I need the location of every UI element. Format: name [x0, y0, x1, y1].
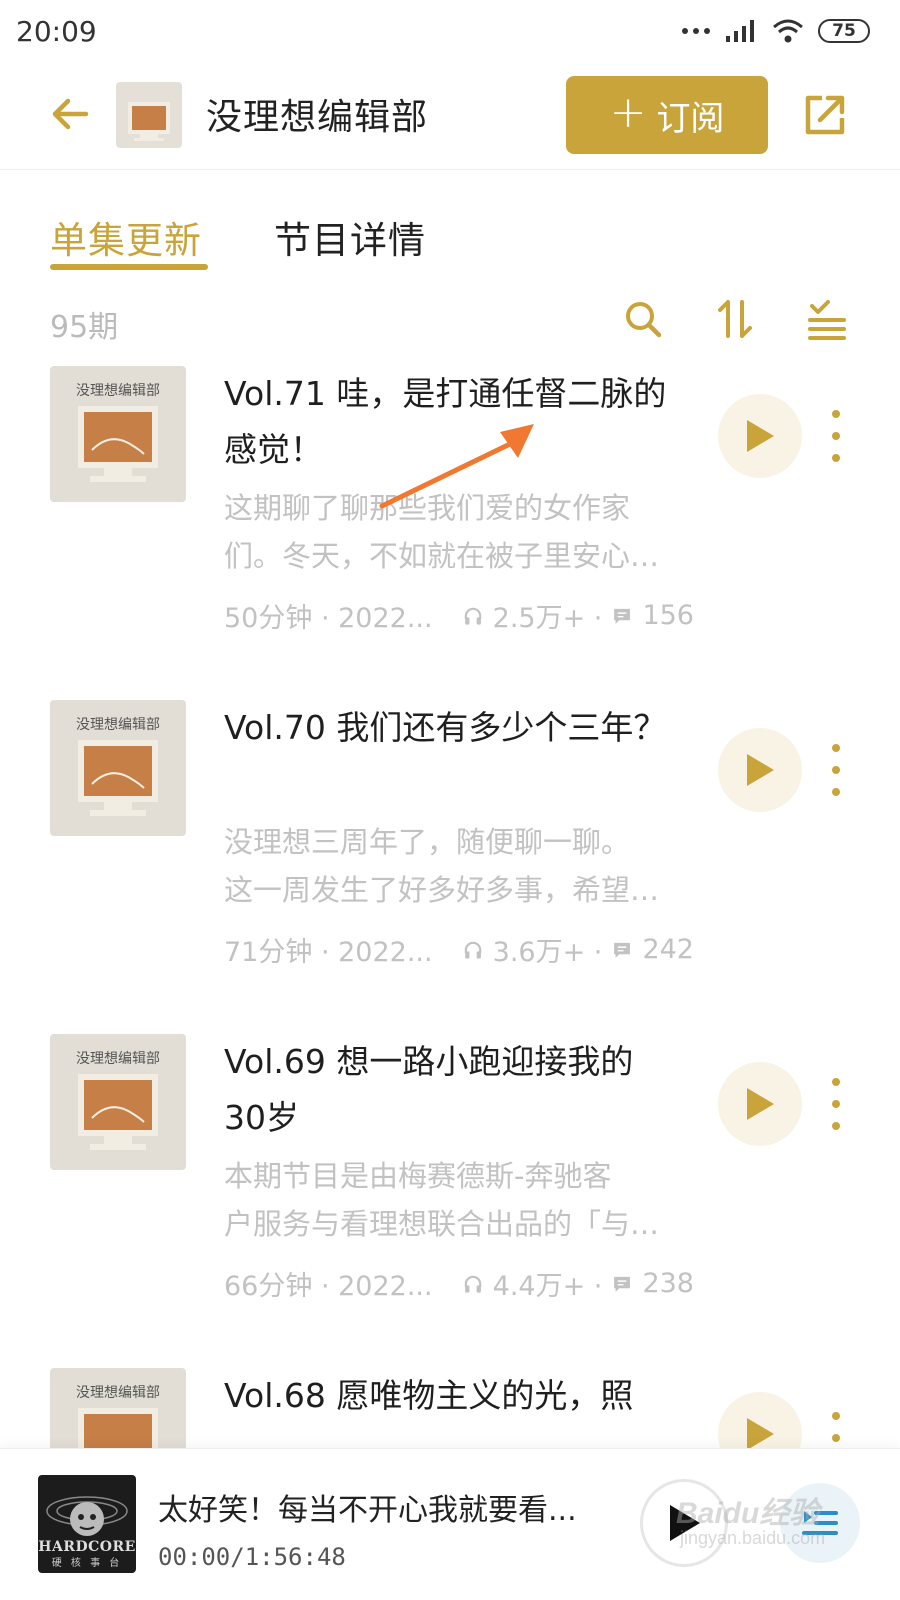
episode-plays: 3.6万+ ·: [492, 937, 603, 968]
episode-cover: 没理想编辑部: [50, 1368, 186, 1448]
headphones-icon: [464, 941, 481, 959]
episode-item[interactable]: 没理想编辑部 Vol.69 想一路小跑迎接我的30岁 本期节目是由梅赛德斯-奔驰…: [0, 1034, 900, 1374]
episode-description: 本期节目是由梅赛德斯-奔驰客 户服务与看理想联合出品的「与…: [224, 1159, 660, 1241]
episode-cover: 没理想编辑部: [50, 700, 186, 836]
play-icon: [747, 1088, 774, 1120]
episode-cover: 没理想编辑部: [50, 1034, 186, 1170]
watermark: Baidu经验: [676, 1497, 820, 1530]
episode-meta: 50分钟 · 2022... 2.5万+ · 156: [224, 596, 694, 635]
comment-icon: [614, 942, 631, 958]
now-playing-title[interactable]: 太好笑！每当不开心我就要看...: [158, 1485, 598, 1529]
episode-comments: 242: [642, 934, 694, 965]
comment-icon: [614, 1276, 631, 1292]
episode-plays: 4.4万+ ·: [492, 1271, 603, 1302]
subscribe-button[interactable]: + 订阅: [566, 76, 768, 154]
more-dots-icon: [682, 28, 710, 34]
episode-title[interactable]: Vol.68 愿唯物主义的光，照: [224, 1368, 674, 1424]
search-icon[interactable]: [622, 298, 664, 340]
episode-duration-date: 71分钟 · 2022...: [224, 937, 433, 968]
episode-duration-date: 66分钟 · 2022...: [224, 1271, 433, 1302]
episode-comments: 156: [642, 600, 694, 631]
more-options-icon[interactable]: [830, 744, 842, 796]
comment-icon: [614, 608, 631, 624]
subscribe-label: 订阅: [656, 98, 725, 139]
episode-item[interactable]: 没理想编辑部 Vol.68 愿唯物主义的光，照: [0, 1368, 900, 1448]
plus-icon: +: [609, 87, 647, 138]
episode-title[interactable]: Vol.69 想一路小跑迎接我的30岁: [224, 1034, 674, 1146]
status-icons: 75: [682, 18, 870, 44]
monitor-illustration-icon: [78, 406, 158, 482]
playback-time: 00:00/1:56:48: [158, 1543, 346, 1571]
watermark-url: jingyan.baidu.com: [680, 1528, 826, 1548]
monitor-illustration-icon: [78, 1408, 158, 1448]
sort-icon[interactable]: [714, 298, 756, 340]
battery-indicator: 75: [818, 19, 870, 43]
monitor-illustration-icon: [78, 740, 158, 816]
tab-episodes[interactable]: 单集更新: [50, 210, 202, 264]
play-button[interactable]: [718, 1392, 802, 1448]
status-time: 20:09: [16, 14, 97, 48]
play-button[interactable]: [718, 728, 802, 812]
batch-select-icon[interactable]: [806, 298, 848, 340]
play-icon: [747, 420, 774, 452]
play-icon: [747, 754, 774, 786]
more-options-icon[interactable]: [830, 1078, 842, 1130]
cover-brand-sub: 硬 核 事 台: [51, 1558, 123, 1569]
episode-plays: 2.5万+ ·: [492, 603, 603, 634]
headphones-icon: [464, 607, 481, 625]
episode-description: 没理想三周年了，随便聊一聊。 这一周发生了好多好多事，希望…: [224, 825, 660, 907]
monitor-illustration-icon: [78, 1074, 158, 1150]
more-options-icon[interactable]: [830, 410, 842, 462]
play-button[interactable]: [718, 1062, 802, 1146]
episode-cover: 没理想编辑部: [50, 366, 186, 502]
podcast-title: 没理想编辑部: [206, 97, 429, 138]
episode-meta: 66分钟 · 2022... 4.4万+ · 238: [224, 1264, 694, 1303]
back-arrow-icon[interactable]: [48, 92, 92, 136]
active-tab-indicator: [50, 264, 208, 270]
player-cover: HARDCORE 硬 核 事 台: [38, 1475, 136, 1573]
episode-title[interactable]: Vol.70 我们还有多少个三年？: [224, 700, 674, 756]
episode-count: 95期: [50, 310, 119, 345]
episode-duration-date: 50分钟 · 2022...: [224, 603, 433, 634]
play-icon: [747, 1418, 774, 1448]
headphones-icon: [464, 1275, 481, 1293]
episode-item[interactable]: 没理想编辑部 Vol.70 我们还有多少个三年？ 没理想三周年了，随便聊一聊。 …: [0, 700, 900, 1040]
more-options-icon[interactable]: [830, 1412, 842, 1448]
play-button[interactable]: [718, 394, 802, 478]
episode-meta: 71分钟 · 2022... 3.6万+ · 242: [224, 930, 694, 969]
status-bar: 20:09 75: [0, 0, 900, 62]
signal-icon: [726, 20, 754, 42]
wifi-icon: [773, 19, 803, 43]
tab-details[interactable]: 节目详情: [274, 210, 426, 264]
cover-brand: HARDCORE: [38, 1539, 136, 1555]
monitor-illustration-icon: [128, 102, 170, 141]
podcast-cover: [116, 82, 182, 148]
share-icon[interactable]: [800, 90, 850, 140]
episode-comments: 238: [642, 1268, 694, 1299]
header: 没理想编辑部 + 订阅: [0, 62, 900, 170]
annotation-arrow-icon: [379, 424, 534, 509]
